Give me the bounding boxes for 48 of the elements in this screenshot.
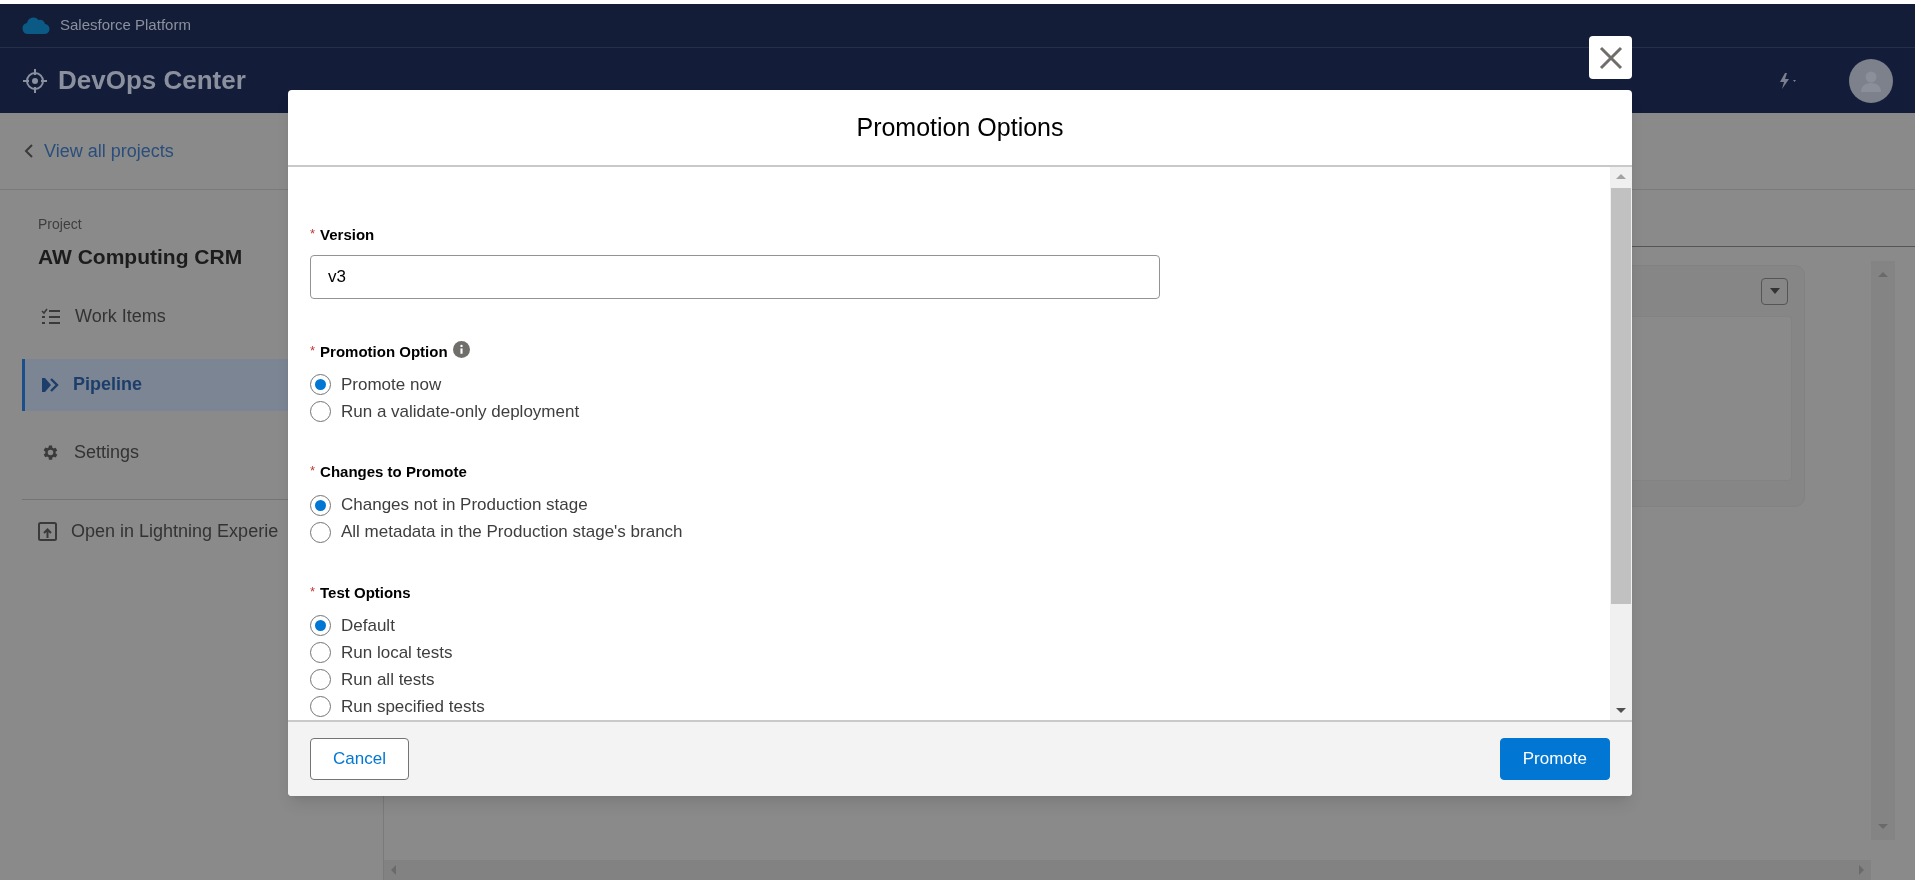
- radio-button[interactable]: [310, 401, 331, 422]
- view-all-projects-link[interactable]: View all projects: [44, 137, 174, 165]
- info-icon: [452, 340, 470, 358]
- field-label: Test Options: [320, 582, 411, 603]
- promote-button[interactable]: Promote: [1499, 738, 1610, 780]
- radio-label: Run local tests: [341, 641, 453, 664]
- radio-button[interactable]: [310, 521, 331, 543]
- radio-button[interactable]: [310, 642, 331, 663]
- radio-label: Run all tests: [341, 668, 435, 691]
- version-input[interactable]: v3: [310, 254, 1160, 299]
- dialog-scrollbar[interactable]: [1610, 167, 1632, 720]
- target-icon: [22, 67, 48, 94]
- close-button[interactable]: [1589, 36, 1632, 79]
- required-asterisk: *: [310, 582, 316, 601]
- required-asterisk: *: [310, 462, 316, 480]
- platform-title: Salesforce Platform: [60, 15, 191, 36]
- radio-label: Default: [341, 614, 395, 637]
- radio-button[interactable]: [310, 696, 331, 717]
- lightning-menu-button[interactable]: [1777, 71, 1799, 90]
- close-icon: [1598, 45, 1623, 70]
- scroll-down-arrow-icon[interactable]: [1615, 707, 1627, 714]
- required-asterisk: *: [310, 341, 316, 360]
- project-name: AW Computing CRM: [38, 244, 243, 270]
- caret-down-icon: [1768, 287, 1781, 295]
- settings-icon: [41, 443, 60, 462]
- project-label: Project: [38, 215, 82, 234]
- cloud-logo-icon: [22, 16, 50, 35]
- checklist-icon: [41, 307, 61, 326]
- radio-button[interactable]: [310, 615, 331, 636]
- radio-label: Changes not in Production stage: [341, 494, 588, 517]
- radio-button[interactable]: [310, 494, 331, 516]
- required-asterisk: *: [310, 225, 316, 243]
- radio-label: All metadata in the Production stage's branch: [341, 521, 683, 544]
- scroll-up-arrow-icon[interactable]: [1615, 173, 1627, 180]
- external-open-icon: [38, 521, 57, 541]
- radio-label: Run specified tests: [341, 695, 485, 718]
- field-label: Changes to Promote: [320, 462, 467, 482]
- back-chevron-icon: [24, 143, 34, 159]
- app-title: DevOps Center: [58, 64, 246, 97]
- dropdown-button[interactable]: [1761, 277, 1788, 305]
- radio-button[interactable]: [310, 669, 331, 690]
- radio-button[interactable]: [310, 374, 331, 395]
- field-label: Version: [320, 225, 375, 245]
- double-chevron-icon: [41, 376, 59, 393]
- dialog-title: Promotion Options: [856, 111, 1064, 143]
- open-in-lightning-link[interactable]: Open in Lightning Experie: [71, 517, 279, 545]
- cancel-button[interactable]: Cancel: [310, 738, 409, 780]
- avatar[interactable]: [1849, 58, 1893, 103]
